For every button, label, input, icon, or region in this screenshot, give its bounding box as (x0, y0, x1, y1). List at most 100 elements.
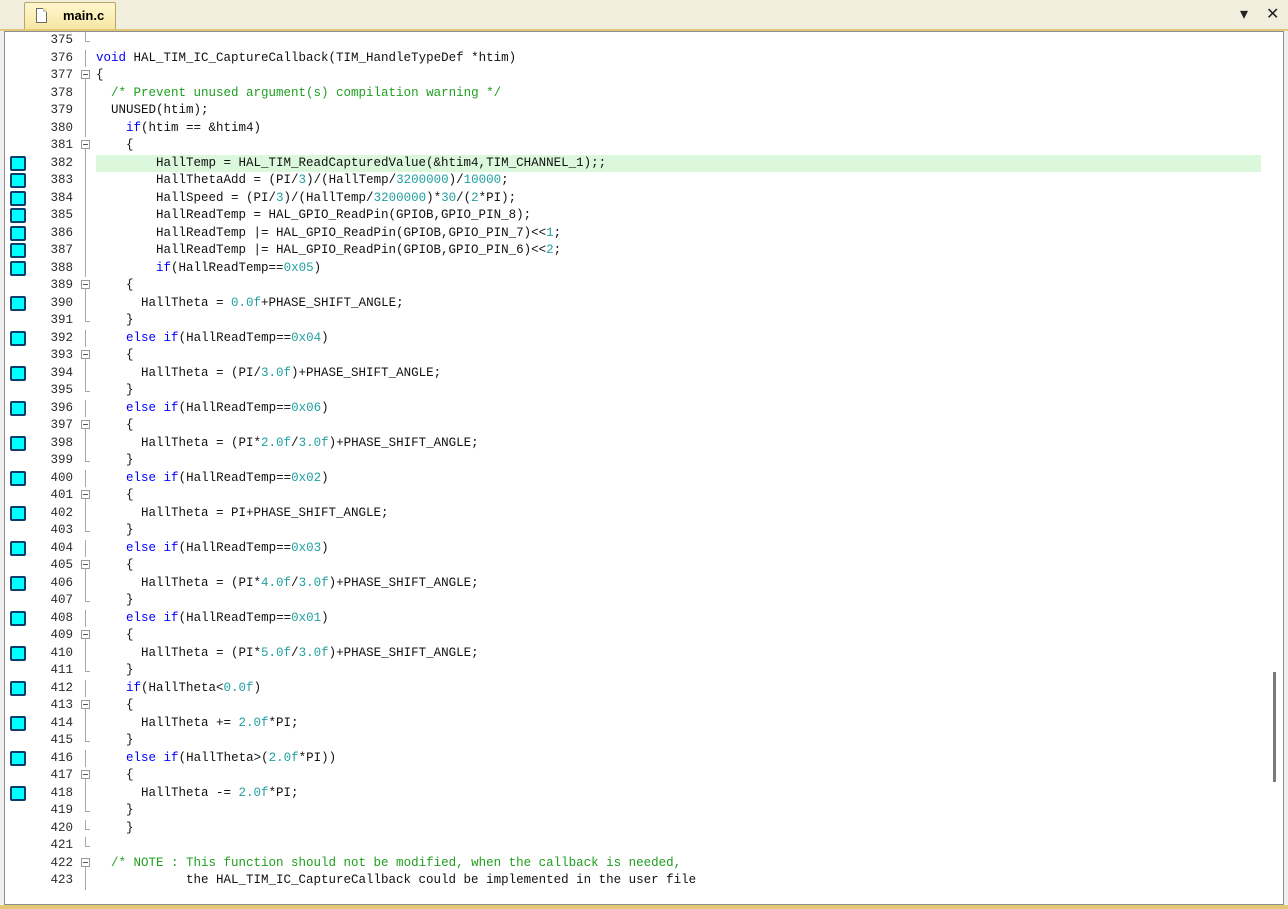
breakpoint-marker-icon[interactable] (10, 260, 26, 276)
code-line[interactable]: 410 HallTheta = (PI*5.0f/3.0f)+PHASE_SHI… (5, 644, 1283, 662)
code-line[interactable]: 377 { (5, 67, 1283, 85)
code-line[interactable]: 416 else if(HallTheta>(2.0f*PI)) (5, 749, 1283, 767)
breakpoint-marker-icon[interactable] (10, 435, 26, 451)
tab-main-c[interactable]: main.c (24, 2, 116, 29)
line-number: 385 (50, 208, 73, 222)
fold-toggle-icon[interactable] (81, 630, 90, 639)
line-number: 378 (50, 85, 73, 100)
code-line[interactable]: 408 else if(HallReadTemp==0x01) (5, 609, 1283, 627)
code-line[interactable]: 421 (5, 837, 1283, 855)
vertical-scrollbar-thumb[interactable] (1273, 672, 1276, 782)
code-line[interactable]: 402 HallTheta = PI+PHASE_SHIFT_ANGLE; (5, 504, 1283, 522)
line-number: 403 (50, 523, 73, 537)
breakpoint-marker-icon[interactable] (10, 243, 26, 258)
code-line[interactable]: 390 HallTheta = 0.0f+PHASE_SHIFT_ANGLE; (5, 294, 1283, 312)
code-line[interactable]: 379 UNUSED(htim); (5, 102, 1283, 120)
code-line[interactable]: 396 else if(HallReadTemp==0x06) (5, 399, 1283, 417)
line-number: 396 (50, 400, 73, 415)
breakpoint-marker-icon[interactable] (10, 505, 26, 521)
code-text: else if(HallReadTemp==0x02) (126, 470, 329, 485)
breakpoint-marker-icon[interactable] (10, 295, 26, 311)
code-line[interactable]: 400 else if(HallReadTemp==0x02) (5, 469, 1283, 487)
code-line[interactable]: 419 } (5, 802, 1283, 820)
fold-toggle-icon[interactable] (81, 560, 90, 569)
code-text: HallTheta = (PI/3.0f)+PHASE_SHIFT_ANGLE; (96, 365, 442, 380)
fold-toggle-icon[interactable] (81, 700, 90, 709)
code-line[interactable]: 394 HallTheta = (PI/3.0f)+PHASE_SHIFT_AN… (5, 364, 1283, 382)
breakpoint-marker-icon[interactable] (10, 750, 26, 766)
code-line[interactable]: 397 { (5, 417, 1283, 435)
breakpoint-marker-icon[interactable] (10, 785, 26, 801)
breakpoint-marker-icon[interactable] (10, 208, 26, 223)
code-line[interactable]: 392 else if(HallReadTemp==0x04) (5, 329, 1283, 347)
code-line[interactable]: 403 } (5, 522, 1283, 540)
fold-toggle-icon[interactable] (81, 490, 90, 499)
fold-toggle-icon[interactable] (81, 770, 90, 779)
code-line[interactable]: 415 } (5, 732, 1283, 750)
code-line[interactable]: 420 } (5, 819, 1283, 838)
fold-toggle-icon[interactable] (81, 350, 90, 359)
fold-toggle-icon[interactable] (81, 70, 90, 79)
code-line[interactable]: 378 /* Prevent unused argument(s) compil… (5, 84, 1283, 102)
fold-end-tick (85, 391, 90, 392)
breakpoint-marker-icon[interactable] (10, 365, 26, 381)
code-line[interactable]: 384 HallSpeed = (PI/3)/(HallTemp/3200000… (5, 189, 1283, 207)
line-number: 388 (50, 260, 73, 275)
breakpoint-marker-icon[interactable] (10, 155, 26, 171)
code-line[interactable]: 414 HallTheta += 2.0f*PI; (5, 714, 1283, 732)
breakpoint-marker-icon[interactable] (10, 173, 26, 188)
code-text: HallSpeed = (PI/3)/(HallTemp/3200000)*30… (96, 190, 517, 205)
code-line[interactable]: 382 HallTemp = HAL_TIM_ReadCapturedValue… (5, 154, 1283, 172)
fold-toggle-icon[interactable] (81, 420, 90, 429)
breakpoint-marker-icon[interactable] (10, 715, 26, 731)
breakpoint-marker-icon[interactable] (10, 470, 26, 486)
code-line[interactable]: 407 } (5, 592, 1283, 610)
breakpoint-marker-icon[interactable] (10, 190, 26, 206)
code-line[interactable]: 409 { (5, 627, 1283, 645)
breakpoint-marker-icon[interactable] (10, 225, 26, 241)
breakpoint-marker-icon[interactable] (10, 575, 26, 591)
code-line[interactable]: 401 { (5, 487, 1283, 505)
breakpoint-marker-icon[interactable] (10, 610, 26, 626)
code-line[interactable]: 381 { (5, 137, 1283, 155)
code-line[interactable]: 388 if(HallReadTemp==0x05) (5, 259, 1283, 277)
code-line[interactable]: 398 HallTheta = (PI*2.0f/3.0f)+PHASE_SHI… (5, 434, 1283, 452)
code-line[interactable]: 376 void HAL_TIM_IC_CaptureCallback(TIM_H… (5, 49, 1283, 67)
chevron-down-icon[interactable]: ▾ (1240, 4, 1248, 24)
fold-guide (85, 539, 86, 557)
code-line[interactable]: 411 } (5, 662, 1283, 680)
line-number: 414 (50, 715, 73, 730)
fold-toggle-icon[interactable] (81, 280, 90, 289)
code-line[interactable]: 389 { (5, 277, 1283, 295)
code-line[interactable]: 383 HallThetaAdd = (PI/3)/(HallTemp/3200… (5, 172, 1283, 190)
code-line[interactable]: 399 } (5, 452, 1283, 470)
code-line[interactable]: 406 HallTheta = (PI*4.0f/3.0f)+PHASE_SHI… (5, 574, 1283, 592)
code-line[interactable]: 412 if(HallTheta<0.0f) (5, 679, 1283, 697)
breakpoint-marker-icon[interactable] (10, 645, 26, 661)
breakpoint-marker-icon[interactable] (10, 330, 26, 346)
code-line[interactable]: 423 the HAL_TIM_IC_CaptureCallback could… (5, 872, 1283, 890)
code-line[interactable]: 386 HallReadTemp |= HAL_GPIO_ReadPin(GPI… (5, 224, 1283, 242)
code-line[interactable]: 413 { (5, 697, 1283, 715)
code-line[interactable]: 395 } (5, 382, 1283, 400)
fold-toggle-icon[interactable] (81, 857, 90, 867)
code-text: { (96, 768, 134, 782)
close-icon[interactable]: ✕ (1266, 4, 1279, 24)
code-line[interactable]: 375 (5, 32, 1283, 50)
breakpoint-marker-icon[interactable] (10, 400, 26, 416)
code-line[interactable]: 391 } (5, 312, 1283, 330)
code-text: { (96, 138, 134, 152)
code-line[interactable]: 387 HallReadTemp |= HAL_GPIO_ReadPin(GPI… (5, 242, 1283, 260)
code-line[interactable]: 385 HallReadTemp = HAL_GPIO_ReadPin(GPIO… (5, 207, 1283, 225)
code-line[interactable]: 422 /* NOTE : This function should not b… (5, 855, 1283, 873)
fold-toggle-icon[interactable] (81, 140, 90, 149)
code-line[interactable]: 418 HallTheta -= 2.0f*PI; (5, 784, 1283, 802)
code-line[interactable]: 380 if(htim == &htim4) (5, 119, 1283, 137)
code-line[interactable]: 393 { (5, 347, 1283, 365)
breakpoint-marker-icon[interactable] (10, 680, 26, 696)
code-editor[interactable]: 375 376 void HAL_TIM_IC_CaptureCallback(TI… (4, 31, 1284, 905)
code-line[interactable]: 417 { (5, 767, 1283, 785)
code-line[interactable]: 405 { (5, 557, 1283, 575)
breakpoint-marker-icon[interactable] (10, 540, 26, 556)
code-line[interactable]: 404 else if(HallReadTemp==0x03) (5, 539, 1283, 557)
